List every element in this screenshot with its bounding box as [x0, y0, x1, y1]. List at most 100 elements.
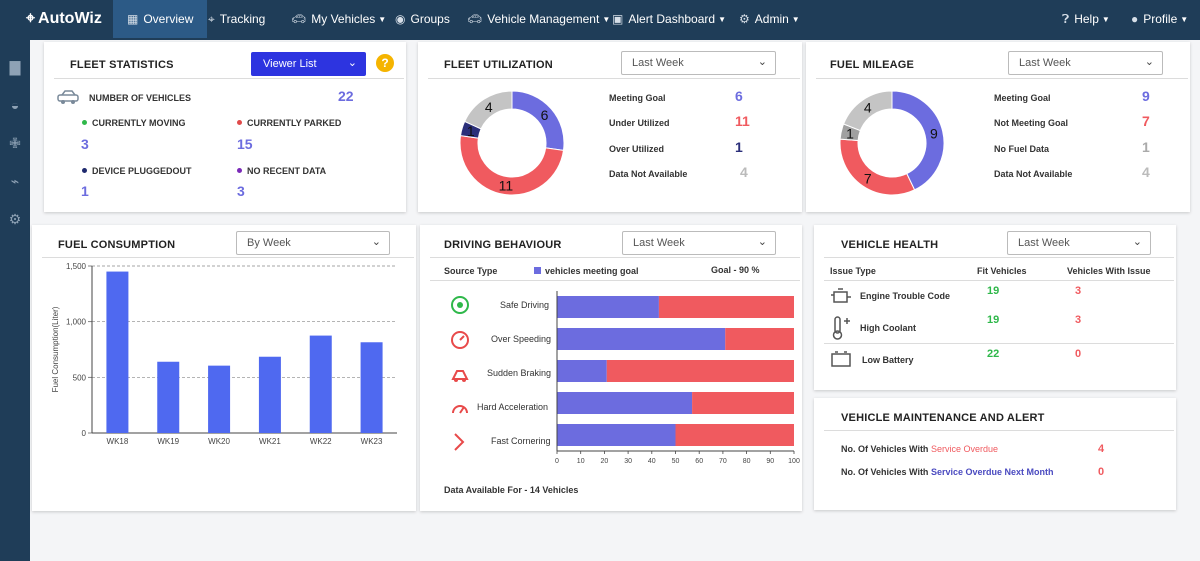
- bar[interactable]: [157, 361, 180, 433]
- nav-tracking[interactable]: ⌖ Tracking: [208, 0, 265, 38]
- currently-parked-label: CURRENTLY PARKED: [237, 118, 341, 128]
- fuel-consumption-period-select[interactable]: By Week ⌄: [236, 231, 390, 255]
- bar[interactable]: [208, 365, 231, 433]
- caret-down-icon: ▼: [378, 15, 387, 24]
- caret-down-icon: ▼: [1180, 15, 1189, 24]
- stacked-bar-segment[interactable]: [557, 360, 607, 382]
- y-tick-label: 1,000: [66, 318, 87, 327]
- nav-admin[interactable]: ⚙ Admin ▼: [739, 0, 800, 38]
- low-battery-label: Low Battery: [862, 355, 914, 365]
- under-utilized-value: 11: [735, 113, 750, 129]
- x-tick-label: 50: [672, 458, 680, 465]
- service-overdue-next-month-link[interactable]: Service Overdue Next Month: [931, 467, 1054, 477]
- stacked-bar-segment[interactable]: [557, 392, 693, 414]
- stacked-bar-segment[interactable]: [658, 296, 794, 318]
- nav-help[interactable]: ❓︎ Help ▼: [1062, 0, 1110, 38]
- x-tick-label: 40: [648, 458, 656, 465]
- device-pluggedout-value[interactable]: 1: [81, 183, 89, 199]
- battery-fit-value: 22: [987, 348, 1000, 360]
- divider: [430, 280, 800, 281]
- braking-icon: [451, 370, 469, 382]
- car-crash-icon[interactable]: ⌁: [6, 172, 24, 190]
- y-tick-label: 500: [73, 373, 87, 382]
- service-overdue-link[interactable]: Service Overdue: [931, 444, 998, 454]
- fleet-utilization-card: FLEET UTILIZATION Last Week ⌄ 6 11 1 4 Meeti…: [418, 42, 802, 212]
- nav-profile[interactable]: ● Profile ▼: [1131, 0, 1188, 38]
- chart-legend: vehicles meeting goal: [534, 266, 639, 276]
- nav-alert-dashboard[interactable]: ▣ Alert Dashboard ▼: [612, 0, 726, 38]
- currently-moving-value[interactable]: 3: [81, 136, 89, 152]
- service-overdue-next-month-label: No. Of Vehicles With Service Overdue Nex…: [841, 467, 1054, 477]
- issue-type-header: Issue Type: [830, 266, 876, 276]
- gear-icon[interactable]: ⚙: [6, 210, 24, 228]
- data-not-available-label: Data Not Available: [609, 169, 688, 179]
- stacked-bar-segment[interactable]: [557, 328, 726, 350]
- under-utilized-label: Under Utilized: [609, 118, 670, 128]
- no-fuel-data-label: No Fuel Data: [994, 144, 1050, 154]
- x-tick-label: WK20: [208, 437, 230, 446]
- currently-parked-value[interactable]: 15: [237, 136, 253, 152]
- fleet-utilization-donut-chart: 61114: [459, 90, 565, 196]
- fleet-utilization-period-select[interactable]: Last Week ⌄: [621, 51, 776, 75]
- safe-driving-icon: [451, 296, 469, 314]
- vehicles-icon: [57, 90, 79, 104]
- meeting-goal-value: 9: [1142, 88, 1150, 104]
- chevron-down-icon: ⌄: [1144, 56, 1154, 68]
- over-utilized-label: Over Utilized: [609, 144, 665, 154]
- x-tick-label: WK19: [157, 437, 179, 446]
- stacked-bar-segment[interactable]: [675, 424, 795, 446]
- fit-vehicles-header: Fit Vehicles: [977, 266, 1027, 276]
- car-icon: 🚗︎: [467, 12, 483, 26]
- driving-behaviour-period-select[interactable]: Last Week ⌄: [622, 231, 776, 255]
- stacked-bar-segment[interactable]: [557, 296, 659, 318]
- seat-icon[interactable]: ✙: [6, 134, 24, 152]
- divider: [816, 78, 1188, 79]
- app-logo[interactable]: ⌖ AutoWiz: [26, 10, 102, 28]
- fuel-consumption-bar-chart: 0 500 1,000 1,500 Fuel Consumption(Liter) WK1…: [51, 262, 397, 446]
- nav-vehicle-management[interactable]: 🚗︎ Vehicle Management ▼: [467, 0, 610, 38]
- over-utilized-value: 1: [735, 139, 743, 155]
- speedometer-icon: [451, 331, 469, 349]
- car-front-icon[interactable]: ◒: [6, 96, 24, 114]
- vehicle-health-period-select[interactable]: Last Week ⌄: [1007, 231, 1151, 255]
- fuel-mileage-period-select[interactable]: Last Week ⌄: [1008, 51, 1163, 75]
- meeting-goal-label: Meeting Goal: [609, 93, 666, 103]
- x-tick-label: WK18: [107, 437, 129, 446]
- coolant-issue-value: 3: [1075, 314, 1082, 326]
- help-icon[interactable]: ?: [376, 54, 394, 72]
- y-axis-label: Fuel Consumption(Liter): [51, 306, 60, 392]
- nav-my-vehicles[interactable]: 🚗︎ My Vehicles ▼: [291, 0, 386, 38]
- divider: [824, 257, 1174, 258]
- donut-slice[interactable]: [511, 90, 565, 151]
- thermometer-icon: [832, 316, 850, 340]
- caret-down-icon: ▼: [602, 15, 611, 24]
- donut-slice-label: 11: [499, 178, 514, 194]
- x-tick-label: 100: [788, 458, 800, 465]
- not-meeting-goal-value: 7: [1142, 113, 1150, 129]
- battery-icon: [831, 351, 851, 367]
- bar[interactable]: [360, 342, 383, 433]
- stacked-bar-segment[interactable]: [557, 424, 676, 446]
- x-tick-label: 60: [695, 458, 703, 465]
- bar[interactable]: [309, 335, 332, 433]
- bar[interactable]: [258, 356, 281, 433]
- chevron-down-icon: ⌄: [1132, 236, 1142, 248]
- bar[interactable]: [106, 271, 129, 433]
- no-recent-data-value[interactable]: 3: [237, 183, 245, 199]
- nav-overview[interactable]: ▦ Overview: [113, 0, 208, 38]
- vehicle-health-card: VEHICLE HEALTH Last Week ⌄ Issue Type Fit…: [814, 225, 1176, 390]
- stacked-bar-segment[interactable]: [606, 360, 794, 382]
- x-tick-label: 80: [743, 458, 751, 465]
- donut-slice[interactable]: [839, 138, 916, 196]
- nav-groups[interactable]: ◉ Groups: [395, 0, 450, 38]
- data-not-available-value: 4: [1142, 164, 1150, 180]
- stacked-bar-segment[interactable]: [692, 392, 794, 414]
- x-tick-label: 10: [577, 458, 585, 465]
- x-tick-label: 70: [719, 458, 727, 465]
- divider: [824, 280, 1174, 281]
- stacked-bar-segment[interactable]: [725, 328, 794, 350]
- viewer-list-dropdown[interactable]: Viewer List ⌄: [251, 52, 366, 76]
- donut-slice-label: 4: [864, 99, 872, 115]
- hard-acceleration-label: Hard Acceleration: [477, 402, 549, 412]
- bar-chart-icon[interactable]: ▇: [6, 58, 24, 76]
